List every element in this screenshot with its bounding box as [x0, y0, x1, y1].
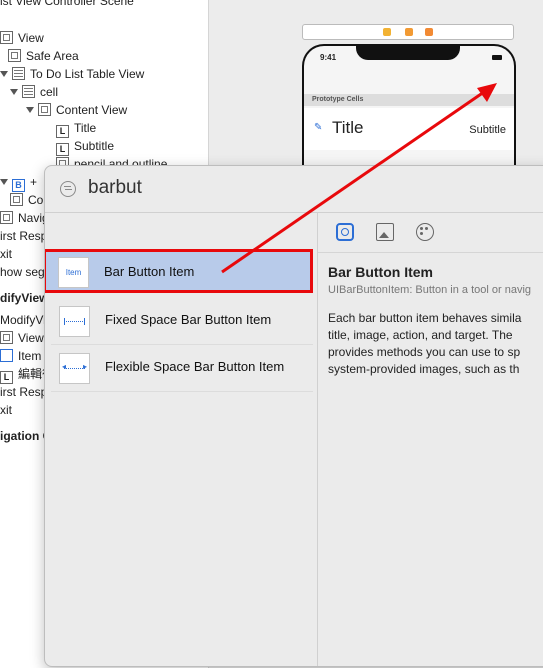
media-tab-icon[interactable] — [376, 223, 394, 241]
notch — [356, 46, 460, 60]
outline-label: xit — [0, 403, 12, 417]
exit-dock-icon[interactable] — [425, 28, 433, 36]
outline-row-exit-2[interactable]: xit — [0, 401, 12, 419]
detail-title: Bar Button Item — [328, 264, 433, 280]
constraints-icon — [10, 193, 23, 206]
library-item-label: Fixed Space Bar Button Item — [105, 312, 272, 327]
disclosure-triangle-icon[interactable] — [26, 107, 34, 113]
outline-row-item[interactable]: Item — [0, 347, 41, 365]
outline-label: irst Resp — [0, 385, 48, 399]
library-search-input[interactable]: barbut — [88, 177, 142, 199]
prototype-cell[interactable]: ✎ Title Subtitle — [304, 108, 514, 150]
disclosure-triangle-icon[interactable] — [0, 71, 8, 77]
battery-icon — [492, 55, 502, 60]
detail-line: Each bar button item behaves simila — [328, 311, 522, 325]
navigation-item-icon — [0, 349, 13, 362]
library-detail-pane: Bar Button Item UIBarButtonItem: Button … — [318, 212, 543, 666]
disclosure-triangle-icon[interactable] — [10, 89, 18, 95]
outline-label: Content View — [56, 103, 128, 117]
safe-area-icon — [8, 49, 21, 62]
outline-label: xit — [0, 247, 12, 261]
outline-row-table-view[interactable]: To Do List Table View — [0, 65, 144, 83]
library-item-flexible-space[interactable]: Flexible Space Bar Button Item — [51, 345, 313, 392]
flexible-space-icon — [59, 353, 90, 384]
cell-subtitle: Subtitle — [469, 124, 506, 136]
view-icon — [0, 331, 13, 344]
outline-label: Item — [18, 349, 42, 363]
outline-label: + — [30, 175, 38, 189]
outline-label: cell — [40, 85, 59, 99]
table-cell-icon — [22, 85, 35, 98]
detail-subtitle: UIBarButtonItem: Button in a tool or nav… — [328, 284, 532, 296]
flexible-space-glyph — [62, 362, 87, 371]
pencil-icon: ✎ — [314, 122, 323, 133]
objects-tab-icon[interactable] — [336, 223, 354, 241]
outline-row-modify-scene[interactable]: difyView — [0, 289, 48, 307]
scene-dock[interactable] — [302, 24, 514, 40]
outline-label: Safe Area — [26, 49, 79, 63]
outline-row-exit[interactable]: xit — [0, 245, 12, 263]
cell-title: Title — [332, 118, 364, 137]
library-results-list: Item Bar Button Item Fixed Space Bar But… — [45, 212, 318, 666]
outline-row-first-responder-2[interactable]: irst Resp — [0, 383, 47, 401]
fixed-space-glyph — [64, 318, 85, 325]
outline-row-bar-button[interactable]: B + — [0, 173, 38, 192]
outline-label: View — [18, 331, 44, 345]
disclosure-triangle-icon[interactable] — [0, 179, 8, 185]
library-item-fixed-space[interactable]: Fixed Space Bar Button Item — [51, 298, 313, 345]
outline-row-view-2[interactable]: View — [0, 329, 44, 347]
outline-label: Title — [74, 121, 97, 135]
view-icon — [0, 31, 13, 44]
thumb-text: Item — [65, 268, 82, 277]
library-category-picker — [318, 212, 543, 253]
colors-tab-icon[interactable] — [416, 223, 434, 241]
navigation-item-icon — [0, 211, 13, 224]
bar-button-item-thumbnail: Item — [58, 257, 89, 288]
outline-row-title-label[interactable]: L Title — [56, 119, 97, 138]
library-item-label: Bar Button Item — [104, 264, 195, 279]
detail-line: system-provided images, such as th — [328, 362, 520, 376]
filter-icon[interactable] — [60, 181, 76, 197]
outline-row-view[interactable]: View — [0, 29, 44, 47]
library-item-label: Flexible Space Bar Button Item — [105, 359, 285, 374]
library-item-bar-button-item[interactable]: Item Bar Button Item — [45, 249, 313, 293]
outline-row-subtitle-label[interactable]: L Subtitle — [56, 137, 115, 156]
outline-row-show-segue[interactable]: how seg — [0, 263, 45, 281]
outline-label: ist View Controller Scene — [0, 0, 134, 8]
outline-row-first-responder[interactable]: irst Resp — [0, 227, 47, 245]
view-controller-dock-icon[interactable] — [383, 28, 391, 36]
outline-row-cell[interactable]: cell — [10, 83, 58, 101]
outline-label: View — [18, 31, 44, 45]
detail-line: title, image, action, and target. The — [328, 328, 513, 342]
table-view-icon — [12, 67, 25, 80]
outline-label: To Do List Table View — [30, 67, 145, 81]
fixed-space-icon — [59, 306, 90, 337]
prototype-cells-header: Prototype Cells — [304, 94, 514, 106]
outline-row-scene[interactable]: ist View Controller Scene — [0, 0, 134, 10]
outline-row-content-view[interactable]: Content View — [26, 101, 127, 119]
outline-label: irst Resp — [0, 229, 48, 243]
outline-label: how seg — [0, 265, 45, 279]
detail-description: Each bar button item behaves simila titl… — [328, 310, 543, 378]
library-search-bar: barbut — [45, 166, 543, 213]
storyboard-scene-preview: 9:41 Prototype Cells ✎ Title Subtitle — [302, 24, 516, 196]
outline-label: difyView — [0, 291, 49, 305]
first-responder-dock-icon[interactable] — [405, 28, 413, 36]
outline-label: Subtitle — [74, 139, 115, 153]
object-library-popover: barbut Item Bar Button Item Fixed Space … — [44, 165, 543, 667]
status-time: 9:41 — [320, 53, 337, 62]
content-view-icon — [38, 103, 51, 116]
outline-row-navigation-item[interactable]: Navig — [0, 209, 49, 227]
detail-line: provides methods you can use to sp — [328, 345, 521, 359]
outline-row-safe-area[interactable]: Safe Area — [8, 47, 79, 65]
